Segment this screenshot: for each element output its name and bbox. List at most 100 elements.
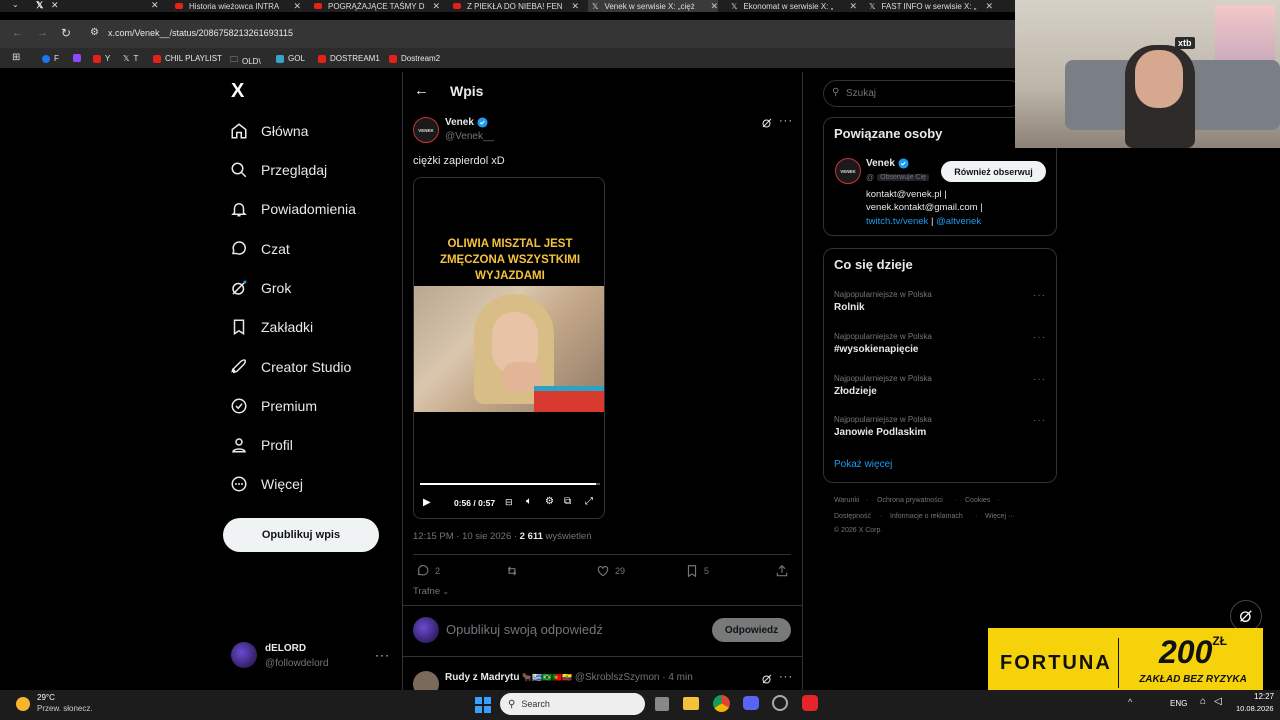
close-icon[interactable]: ✕ [151, 0, 159, 11]
trend-item[interactable]: Rolnik [834, 302, 865, 313]
repost-action[interactable] [505, 564, 524, 578]
nav-notifications[interactable]: Powiadomienia [230, 200, 356, 218]
bookmark-gol[interactable]: GOL [276, 54, 305, 63]
follow-back-button[interactable]: Również obserwuj [941, 161, 1046, 182]
bookmark-t[interactable]: 𝕏T [123, 54, 138, 63]
tab-historia[interactable]: Historia wieżowca INTRA ✕ [175, 0, 301, 12]
bookmark-dostream2[interactable]: Dostream2 [389, 54, 440, 63]
site-settings-icon[interactable]: ⚙ [90, 27, 99, 38]
bookmark-dostream1[interactable]: DOSTREAM1 [318, 54, 380, 63]
video-progress-track[interactable] [420, 483, 600, 485]
file-explorer-icon[interactable] [683, 697, 699, 710]
clock-time[interactable]: 12:27 [1254, 692, 1274, 701]
reply-author-handle[interactable]: @SkroblszSzymon [575, 672, 660, 683]
tab-ekonomat[interactable]: 𝕏 Ekonomat w serwisie X: „ ✕ [731, 0, 857, 12]
nav-creator-studio[interactable]: Creator Studio [230, 358, 351, 376]
trend-menu-icon[interactable]: ··· [1033, 290, 1046, 301]
footer-cookies[interactable]: Cookies [965, 497, 990, 504]
apps-grid-icon[interactable]: ⊞ [12, 52, 20, 63]
close-icon[interactable]: ✕ [571, 1, 579, 12]
tab-search-chevron-icon[interactable]: ⌄ [12, 0, 19, 9]
share-action[interactable] [775, 564, 794, 578]
related-avatar[interactable]: VENEK [835, 158, 861, 184]
author-name[interactable]: Venek [445, 117, 488, 128]
trend-menu-icon[interactable]: ··· [1033, 374, 1046, 385]
fullscreen-icon[interactable]: ⤢ [585, 496, 593, 507]
reply-action[interactable]: 2 [416, 564, 440, 578]
footer-more[interactable]: Więcej ··· [985, 513, 1015, 520]
grok-icon[interactable] [761, 672, 773, 690]
trend-item[interactable]: #wysokienapięcie [834, 344, 919, 355]
footer-ads-info[interactable]: Informacje o reklamach [890, 513, 963, 520]
bookmark-old[interactable]: 🗀 OLD\ [230, 54, 261, 68]
tab-pograzajace[interactable]: POGRĄŻAJĄCE TAŚMY D ✕ [314, 0, 440, 12]
grok-icon[interactable] [761, 116, 773, 134]
video-player[interactable]: OLIWIA MISZTAL JEST ZMĘCZONA WSZYSTKIMI … [413, 177, 605, 519]
avatar[interactable] [231, 642, 257, 668]
tab-venek[interactable]: 𝕏 Venek w serwisie X: „cięż ✕ [588, 0, 718, 12]
close-icon[interactable]: ✕ [293, 1, 301, 12]
trend-item[interactable]: Janowie Podlaskim [834, 427, 926, 438]
volume-icon[interactable]: ◁ [1214, 696, 1222, 707]
trend-menu-icon[interactable]: ··· [1033, 332, 1046, 343]
post-menu-icon[interactable]: ··· [779, 115, 793, 127]
app-red-icon[interactable] [802, 695, 818, 711]
close-icon[interactable]: ✕ [432, 1, 440, 12]
bio-link-twitch[interactable]: twitch.tv/venek [866, 216, 928, 227]
reload-icon[interactable]: ↻ [61, 26, 71, 40]
close-icon[interactable]: ✕ [51, 0, 59, 11]
close-icon[interactable]: ✕ [985, 1, 993, 12]
volume-icon[interactable]: 🔈︎ [526, 496, 532, 507]
like-action[interactable]: 29 [596, 564, 625, 578]
bookmark-y[interactable]: Y [93, 54, 110, 63]
tray-chevron-icon[interactable]: ^ [1128, 697, 1132, 707]
show-more-link[interactable]: Pokaż więcej [834, 459, 892, 470]
app-icon[interactable] [772, 695, 788, 711]
related-name[interactable]: Venek [866, 158, 909, 169]
windows-start-icon[interactable] [475, 697, 491, 713]
nav-more[interactable]: Więcej [230, 475, 303, 493]
task-view-icon[interactable] [655, 697, 669, 711]
back-icon[interactable]: ← [12, 27, 23, 39]
tab-fast-info[interactable]: 𝕏 FAST INFO w serwisie X: „ ✕ [869, 0, 993, 12]
reply-sort-dropdown[interactable]: Trafne ⌄ [413, 586, 449, 597]
bookmark-f[interactable]: F [42, 54, 59, 63]
url-field[interactable]: x.com/Venek__/status/2086758213261693115 [108, 28, 293, 38]
footer-privacy[interactable]: Ochrona prywatności [877, 497, 943, 504]
play-icon[interactable]: ▶ [423, 497, 431, 508]
x-home-logo[interactable]: X [231, 80, 244, 103]
footer-terms[interactable]: Warunki [834, 497, 859, 504]
settings-icon[interactable]: ⚙ [545, 496, 554, 507]
nav-home[interactable]: Główna [230, 122, 308, 140]
chrome-icon[interactable] [713, 695, 730, 712]
pip-icon[interactable]: ⧉ [564, 496, 571, 507]
nav-grok[interactable]: Grok [230, 279, 291, 297]
back-arrow-icon[interactable]: ← [414, 82, 429, 99]
footer-accessibility[interactable]: Dostępność [834, 513, 871, 520]
author-avatar[interactable]: VENEK [413, 117, 439, 143]
weather-temp[interactable]: 29°C [37, 693, 55, 702]
nav-chat[interactable]: Czat [230, 240, 290, 258]
author-handle[interactable]: @Venek__ [445, 131, 494, 142]
discord-icon[interactable] [743, 696, 759, 710]
reply-author-name[interactable]: Rudy z Madrytu [445, 672, 519, 683]
nav-premium[interactable]: Premium [230, 397, 317, 415]
reply-menu-icon[interactable]: ··· [779, 671, 793, 683]
account-menu-icon[interactable]: ··· [375, 648, 390, 662]
taskbar-search[interactable]: ⚲ Search [500, 693, 645, 715]
search-input[interactable]: ⚲ Szukaj [823, 80, 1023, 107]
post-button[interactable]: Opublikuj wpis [223, 518, 379, 552]
reply-button[interactable]: Odpowiedz [712, 618, 791, 642]
captions-icon[interactable]: ⊟ [505, 497, 513, 508]
nav-explore[interactable]: Przeglądaj [230, 161, 327, 179]
tab-z-piekla[interactable]: Z PIEKŁA DO NIEBA! FEN ✕ [453, 0, 579, 12]
close-icon[interactable]: ✕ [710, 1, 718, 12]
trend-menu-icon[interactable]: ··· [1033, 415, 1046, 426]
nav-profile[interactable]: Profil [230, 436, 293, 454]
bookmark-twitch[interactable] [73, 54, 85, 62]
trend-item[interactable]: Złodzieje [834, 386, 877, 397]
bookmark-action[interactable]: 5 [685, 564, 709, 578]
close-icon[interactable]: ✕ [849, 1, 857, 12]
forward-icon[interactable]: → [37, 27, 48, 39]
bookmark-chil-playlist[interactable]: CHIL PLAYLIST [153, 54, 222, 63]
